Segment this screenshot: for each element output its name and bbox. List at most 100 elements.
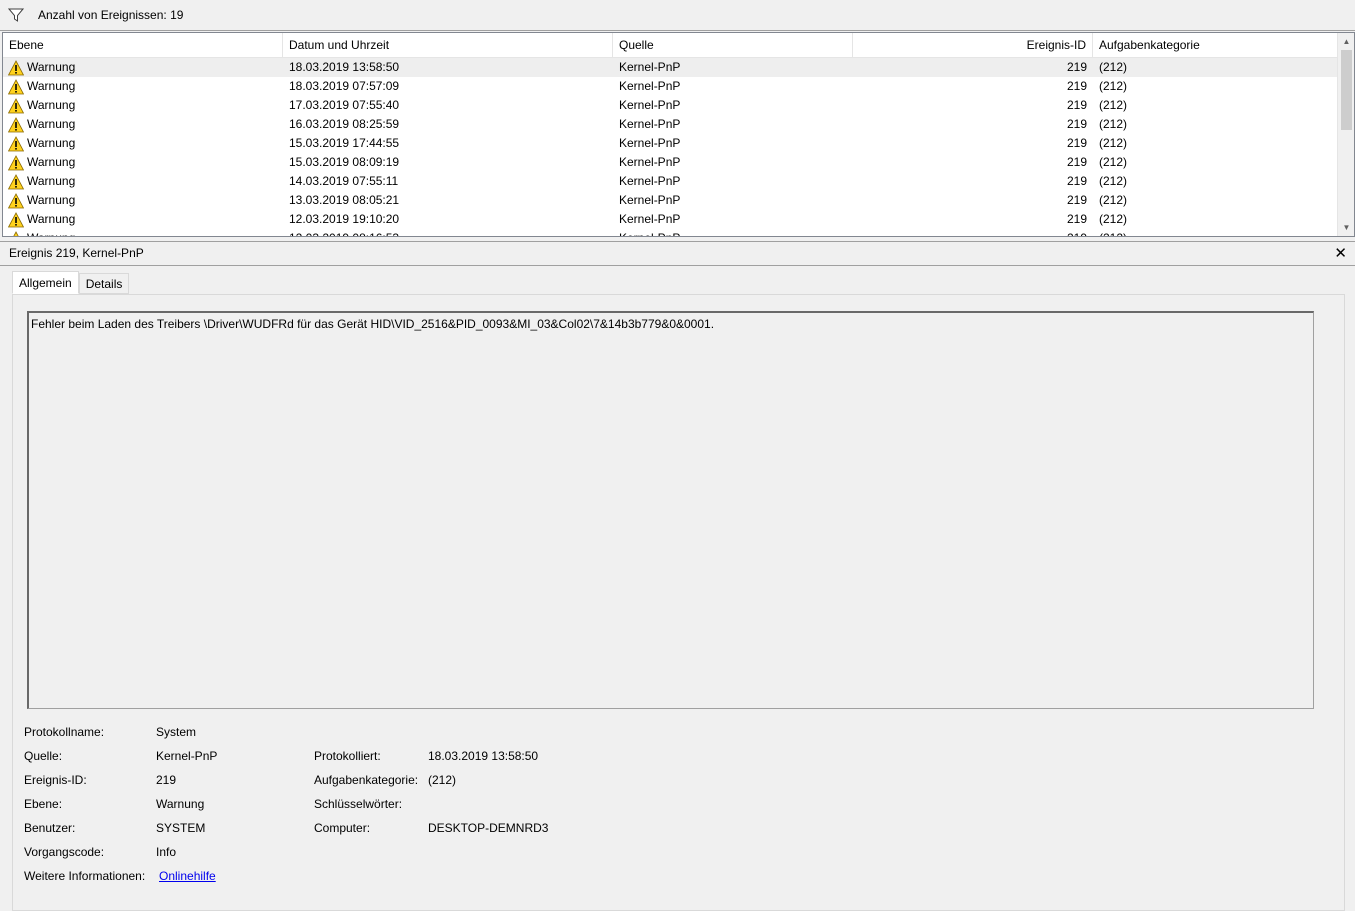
datetime-cell: 14.03.2019 07:55:11 (289, 174, 399, 188)
warning-icon (8, 211, 24, 227)
scroll-up-icon[interactable]: ▲ (1338, 33, 1354, 50)
warning-icon (8, 97, 24, 113)
source-cell: Kernel-PnP (619, 79, 681, 93)
user-label: Benutzer: (24, 821, 76, 835)
column-header-level[interactable]: Ebene (3, 33, 283, 58)
level-label: Ebene: (24, 797, 63, 811)
level-text: Warnung (27, 155, 76, 169)
opcode-label: Vorgangscode: (24, 845, 105, 859)
detail-title-bar: Ereignis 219, Kernel-PnP ✕ (0, 241, 1355, 266)
column-header-event-id[interactable]: Ereignis-ID (853, 33, 1093, 58)
level-cell: Warnung (3, 229, 283, 236)
source-value: Kernel-PnP (156, 749, 218, 763)
event-id-cell: 219 (1066, 136, 1087, 150)
level-text: Warnung (27, 193, 76, 207)
detail-title: Ereignis 219, Kernel-PnP (9, 246, 144, 260)
task-category-cell: (212) (1099, 136, 1128, 150)
level-text: Warnung (27, 136, 76, 150)
event-id-cell: 219 (1066, 193, 1087, 207)
warning-icon (8, 116, 24, 132)
more-info-label: Weitere Informationen: (24, 869, 146, 883)
task-category-value: (212) (428, 773, 457, 787)
event-list-scrollbar[interactable]: ▲ ▼ (1337, 33, 1354, 236)
task-category-cell: (212) (1099, 79, 1128, 93)
event-id-cell: 219 (1066, 174, 1087, 188)
event-id-label: Ereignis-ID: (24, 773, 87, 787)
level-text: Warnung (27, 117, 76, 131)
opcode-value: Info (156, 845, 177, 859)
column-header-datetime[interactable]: Datum und Uhrzeit (283, 33, 613, 58)
online-help-link[interactable]: Onlinehilfe (159, 869, 216, 883)
level-text: Warnung (27, 174, 76, 188)
datetime-cell: 18.03.2019 07:57:09 (289, 79, 400, 93)
event-id-cell: 219 (1066, 117, 1087, 131)
warning-icon (8, 173, 24, 189)
warning-icon (8, 192, 24, 208)
level-cell: Warnung (3, 172, 283, 191)
table-row[interactable]: Warnung 18.03.2019 07:57:09 Kernel-PnP 219 (… (3, 77, 1337, 96)
user-value: SYSTEM (156, 821, 206, 835)
scroll-thumb[interactable] (1341, 50, 1352, 130)
level-text: Warnung (27, 60, 76, 74)
source-cell: Kernel-PnP (619, 136, 681, 150)
event-id-value: 219 (156, 773, 177, 787)
event-description[interactable]: Fehler beim Laden des Treibers \Driver\W… (27, 311, 1314, 709)
level-text: Warnung (27, 229, 75, 236)
table-row[interactable]: Warnung 13.03.2019 08:05:21 Kernel-PnP 219 (… (3, 191, 1337, 210)
event-id-cell: 219 (1066, 79, 1087, 93)
datetime-cell: 17.03.2019 07:55:40 (289, 98, 400, 112)
task-category-label: Aufgabenkategorie: (314, 773, 419, 787)
level-cell: Warnung (3, 153, 283, 172)
close-icon[interactable]: ✕ (1334, 242, 1347, 265)
task-category-cell: (212) (1093, 229, 1337, 236)
event-id-cell: 219 (1066, 212, 1087, 226)
event-list[interactable]: Ebene Datum und Uhrzeit Quelle Ereignis-… (2, 32, 1355, 237)
tab-details[interactable]: Details (78, 273, 130, 294)
task-category-cell: (212) (1099, 193, 1128, 207)
column-header-source[interactable]: Quelle (613, 33, 853, 58)
column-header-task-category[interactable]: Aufgabenkategorie (1093, 33, 1337, 58)
logged-label: Protokolliert: (314, 749, 381, 763)
event-id-cell: 219 (1066, 98, 1087, 112)
warning-icon (13, 230, 19, 236)
table-row[interactable]: Warnung 17.03.2019 07:55:40 Kernel-PnP 219 (… (3, 96, 1337, 115)
log-name-label: Protokollname: (24, 725, 105, 739)
level-cell: Warnung (3, 134, 283, 153)
computer-label: Computer: (314, 821, 371, 835)
scroll-down-icon[interactable]: ▼ (1338, 219, 1354, 236)
detail-tabs: Allgemein Details (12, 271, 130, 295)
table-row[interactable]: Warnung 15.03.2019 17:44:55 Kernel-PnP 219 (… (3, 134, 1337, 153)
task-category-cell: (212) (1099, 98, 1128, 112)
table-row[interactable]: Warnung 14.03.2019 07:55:11 Kernel-PnP 219 (… (3, 172, 1337, 191)
task-category-cell: (212) (1099, 212, 1128, 226)
tab-general[interactable]: Allgemein (12, 271, 79, 294)
event-id-cell: 219 (1066, 155, 1087, 169)
level-cell: Warnung (3, 58, 283, 77)
filter-icon[interactable] (7, 6, 25, 24)
table-row[interactable]: Warnung 15.03.2019 08:09:19 Kernel-PnP 219 (… (3, 153, 1337, 172)
table-row[interactable]: Warnung 12.03.2019 19:10:20 Kernel-PnP 219 (… (3, 210, 1337, 229)
datetime-cell: 13.03.2019 08:05:21 (289, 193, 400, 207)
log-name-value: System (156, 725, 197, 739)
table-row[interactable]: Warnung 12.03.2019 08:16:53Kernel-PnP219(… (3, 229, 1337, 236)
source-cell: Kernel-PnP (619, 60, 681, 74)
table-row[interactable]: Warnung 18.03.2019 13:58:50 Kernel-PnP 219 (… (3, 58, 1337, 77)
level-cell: Warnung (3, 191, 283, 210)
event-id-cell: 219 (1066, 60, 1087, 74)
warning-icon (8, 78, 24, 94)
table-row[interactable]: Warnung 16.03.2019 08:25:59 Kernel-PnP 219 (… (3, 115, 1337, 134)
task-category-cell: (212) (1099, 60, 1128, 74)
datetime-cell: 18.03.2019 13:58:50 (289, 60, 400, 74)
datetime-cell: 15.03.2019 17:44:55 (289, 136, 400, 150)
source-cell: Kernel-PnP (619, 117, 681, 131)
datetime-cell: 12.03.2019 08:16:53 (283, 229, 613, 236)
source-cell: Kernel-PnP (619, 174, 681, 188)
datetime-cell: 15.03.2019 08:09:19 (289, 155, 400, 169)
level-cell: Warnung (3, 96, 283, 115)
source-label: Quelle: (24, 749, 63, 763)
list-header: Ebene Datum und Uhrzeit Quelle Ereignis-… (3, 33, 1337, 58)
level-cell: Warnung (3, 115, 283, 134)
datetime-cell: 16.03.2019 08:25:59 (289, 117, 400, 131)
event-count-label: Anzahl von Ereignissen: 19 (38, 8, 184, 22)
event-rows: Warnung 18.03.2019 13:58:50 Kernel-PnP 219 (… (3, 58, 1337, 236)
